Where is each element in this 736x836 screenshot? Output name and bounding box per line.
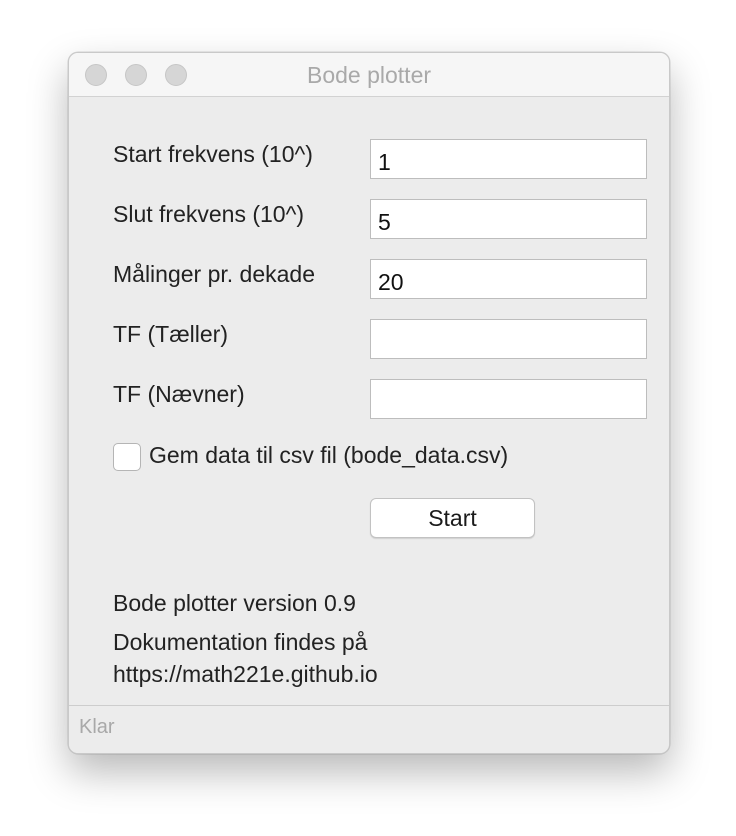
save-csv-checkbox[interactable] [113, 443, 141, 471]
start-button[interactable]: Start [370, 498, 535, 538]
status-text: Klar [79, 716, 115, 738]
app-window: Bode plotter Start frekvens (10^) Slut f… [68, 52, 670, 754]
measurements-per-decade-input[interactable] [370, 259, 647, 299]
end-frequency-label: Slut frekvens (10^) [113, 201, 305, 227]
start-frequency-input[interactable] [370, 139, 647, 179]
measurements-per-decade-label: Målinger pr. dekade [113, 261, 316, 287]
tf-numerator-label: TF (Tæller) [113, 321, 228, 347]
title-bar: Bode plotter [69, 53, 669, 97]
tf-denominator-label: TF (Nævner) [113, 381, 245, 407]
tf-numerator-input[interactable] [370, 319, 647, 359]
docs-text: Dokumentation findes på [113, 629, 368, 655]
end-frequency-input[interactable] [370, 199, 647, 239]
status-bar: Klar [69, 705, 669, 753]
docs-url-text: https://math221e.github.io [113, 661, 378, 687]
save-csv-label[interactable]: Gem data til csv fil (bode_data.csv) [149, 442, 508, 469]
tf-denominator-input[interactable] [370, 379, 647, 419]
start-frequency-label: Start frekvens (10^) [113, 141, 313, 167]
window-title: Bode plotter [306, 62, 432, 88]
version-text: Bode plotter version 0.9 [113, 590, 356, 616]
